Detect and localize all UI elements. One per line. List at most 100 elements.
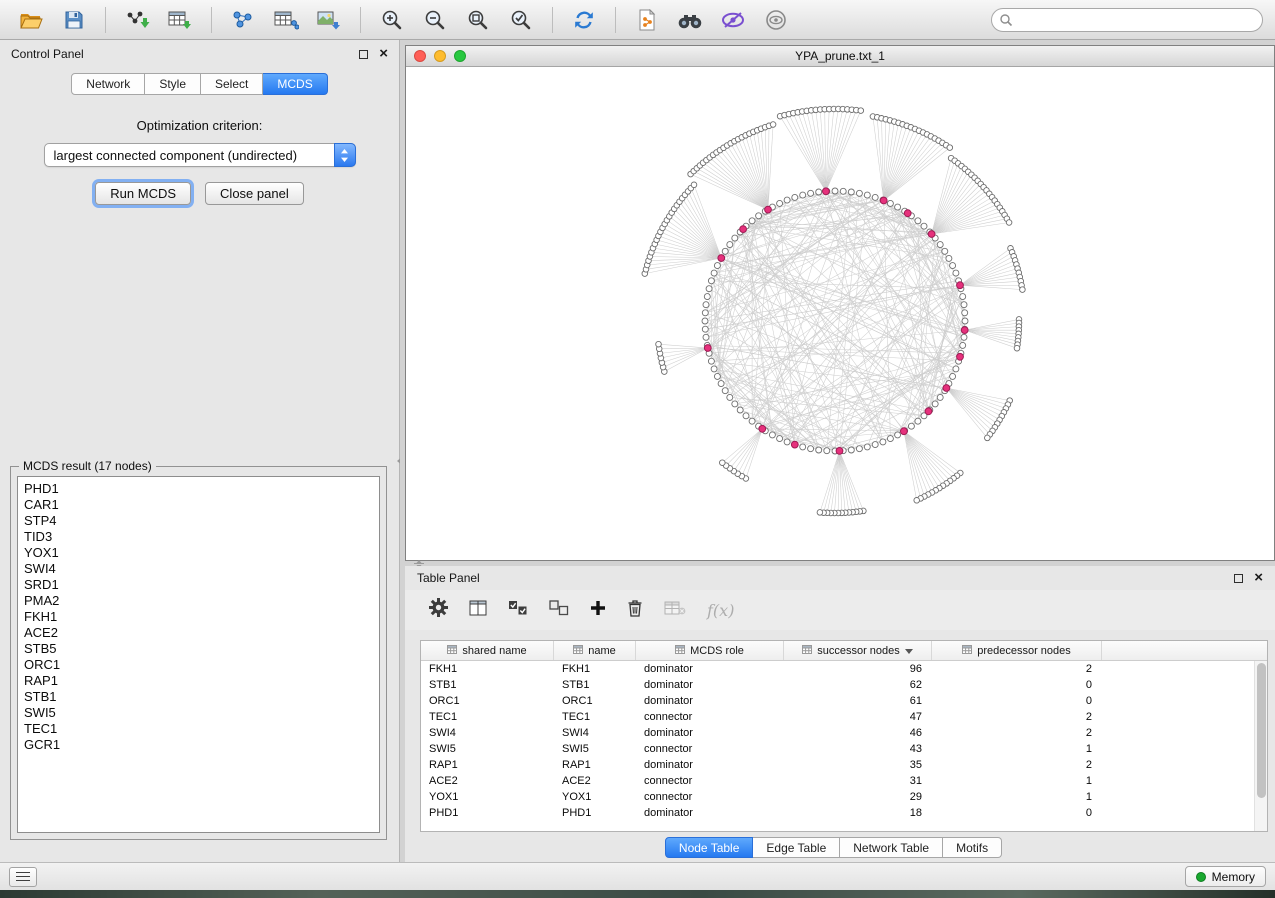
add-column-button[interactable] xyxy=(590,600,606,621)
float-panel-icon[interactable] xyxy=(359,50,368,59)
cell-successor-nodes: 35 xyxy=(784,757,932,773)
mcds-node-item[interactable]: YOX1 xyxy=(24,545,373,561)
share-document-button[interactable] xyxy=(628,5,666,35)
mcds-node-item[interactable]: FKH1 xyxy=(24,609,373,625)
mcds-node-item[interactable]: STB1 xyxy=(24,689,373,705)
mcds-node-item[interactable]: SRD1 xyxy=(24,577,373,593)
column-header-successor-nodes[interactable]: successor nodes xyxy=(784,641,932,660)
cell-name: STB1 xyxy=(554,677,636,693)
float-table-panel-icon[interactable] xyxy=(1234,574,1243,583)
optimization-criterion-select[interactable]: largest connected component (undirected) xyxy=(44,143,356,167)
memory-button[interactable]: Memory xyxy=(1185,866,1266,887)
close-table-panel-icon[interactable]: × xyxy=(1254,573,1263,583)
window-close-button[interactable] xyxy=(414,50,426,62)
mcds-node-item[interactable]: ORC1 xyxy=(24,657,373,673)
cell-predecessor-nodes: 0 xyxy=(932,693,1102,709)
cell-MCDS-role: dominator xyxy=(636,661,784,677)
run-mcds-button[interactable]: Run MCDS xyxy=(95,182,191,205)
table-row[interactable]: ORC1ORC1dominator610 xyxy=(421,693,1267,709)
column-header-shared-name[interactable]: shared name xyxy=(421,641,554,660)
refresh-layout-button[interactable] xyxy=(565,5,603,35)
cell-predecessor-nodes: 2 xyxy=(932,661,1102,677)
mcds-node-item[interactable]: TEC1 xyxy=(24,721,373,737)
zoom-out-button[interactable] xyxy=(416,5,454,35)
window-zoom-button[interactable] xyxy=(454,50,466,62)
hide-graphics-details-button[interactable] xyxy=(714,5,752,35)
search-input[interactable] xyxy=(991,8,1263,32)
zoom-selected-button[interactable] xyxy=(502,5,540,35)
column-header-predecessor-nodes[interactable]: predecessor nodes xyxy=(932,641,1102,660)
mcds-node-item[interactable]: STP4 xyxy=(24,513,373,529)
table-row[interactable]: SWI4SWI4dominator462 xyxy=(421,725,1267,741)
network-canvas[interactable] xyxy=(406,67,1274,560)
tab-mcds[interactable]: MCDS xyxy=(263,73,327,95)
select-all-button[interactable] xyxy=(508,600,528,621)
column-label: MCDS role xyxy=(690,645,744,657)
table-row[interactable]: RAP1RAP1dominator352 xyxy=(421,757,1267,773)
deselect-all-button[interactable] xyxy=(549,600,569,621)
table-grid-icon xyxy=(675,645,685,657)
mcds-node-item[interactable]: ACE2 xyxy=(24,625,373,641)
delete-table-button[interactable] xyxy=(664,600,686,621)
mcds-node-item[interactable]: TID3 xyxy=(24,529,373,545)
tab-network[interactable]: Network xyxy=(71,73,145,95)
import-network-button[interactable] xyxy=(118,5,156,35)
close-panel-icon[interactable]: × xyxy=(379,49,388,59)
delete-column-button[interactable] xyxy=(627,599,643,622)
cell-name: ORC1 xyxy=(554,693,636,709)
mcds-node-item[interactable]: CAR1 xyxy=(24,497,373,513)
table-tab-bar: Node TableEdge TableNetwork TableMotifs xyxy=(405,837,1262,858)
table-settings-button[interactable] xyxy=(429,598,448,622)
open-button[interactable] xyxy=(12,5,50,35)
table-row[interactable]: YOX1YOX1connector291 xyxy=(421,789,1267,805)
show-graphics-details-button[interactable] xyxy=(757,5,795,35)
find-button[interactable] xyxy=(671,5,709,35)
plus-icon xyxy=(590,600,606,616)
cell-MCDS-role: dominator xyxy=(636,725,784,741)
sort-indicator[interactable] xyxy=(905,645,913,657)
cell-MCDS-role: dominator xyxy=(636,693,784,709)
table-row[interactable]: PHD1PHD1dominator180 xyxy=(421,805,1267,821)
network-from-table-button[interactable] xyxy=(267,5,305,35)
zoom-in-button[interactable] xyxy=(373,5,411,35)
table-row[interactable]: SWI5SWI5connector431 xyxy=(421,741,1267,757)
mcds-node-item[interactable]: PHD1 xyxy=(24,481,373,497)
scrollbar-thumb[interactable] xyxy=(1257,663,1266,798)
save-button[interactable] xyxy=(55,5,93,35)
zoom-fit-button[interactable] xyxy=(459,5,497,35)
mcds-node-item[interactable]: SWI5 xyxy=(24,705,373,721)
table-tab-motifs[interactable]: Motifs xyxy=(943,837,1002,858)
table-tab-node-table[interactable]: Node Table xyxy=(665,837,754,858)
table-row[interactable]: STB1STB1dominator620 xyxy=(421,677,1267,693)
function-builder-button[interactable]: f(x) xyxy=(707,601,734,620)
export-image-button[interactable] xyxy=(310,5,348,35)
tab-select[interactable]: Select xyxy=(201,73,263,95)
cell-name: YOX1 xyxy=(554,789,636,805)
table-panel-header: Table Panel × xyxy=(405,566,1275,590)
close-panel-button[interactable]: Close panel xyxy=(205,182,304,205)
column-header-MCDS-role[interactable]: MCDS role xyxy=(636,641,784,660)
memory-label: Memory xyxy=(1212,870,1255,884)
mcds-node-item[interactable]: SWI4 xyxy=(24,561,373,577)
window-minimize-button[interactable] xyxy=(434,50,446,62)
status-menu-button[interactable] xyxy=(9,867,37,887)
table-scrollbar[interactable] xyxy=(1254,661,1267,831)
table-tab-edge-table[interactable]: Edge Table xyxy=(753,837,840,858)
table-tab-network-table[interactable]: Network Table xyxy=(840,837,943,858)
table-grid-icon xyxy=(962,645,972,657)
mcds-node-item[interactable]: GCR1 xyxy=(24,737,373,753)
cell-MCDS-role: connector xyxy=(636,773,784,789)
table-row[interactable]: ACE2ACE2connector311 xyxy=(421,773,1267,789)
mcds-node-item[interactable]: STB5 xyxy=(24,641,373,657)
table-grid-icon xyxy=(447,645,457,657)
tab-style[interactable]: Style xyxy=(145,73,201,95)
import-table-button[interactable] xyxy=(161,5,199,35)
table-row[interactable]: TEC1TEC1connector472 xyxy=(421,709,1267,725)
new-network-button[interactable] xyxy=(224,5,262,35)
mcds-node-item[interactable]: PMA2 xyxy=(24,593,373,609)
table-row[interactable]: FKH1FKH1dominator962 xyxy=(421,661,1267,677)
column-header-name[interactable]: name xyxy=(554,641,636,660)
cell-MCDS-role: dominator xyxy=(636,805,784,821)
show-columns-button[interactable] xyxy=(469,600,487,621)
mcds-node-item[interactable]: RAP1 xyxy=(24,673,373,689)
